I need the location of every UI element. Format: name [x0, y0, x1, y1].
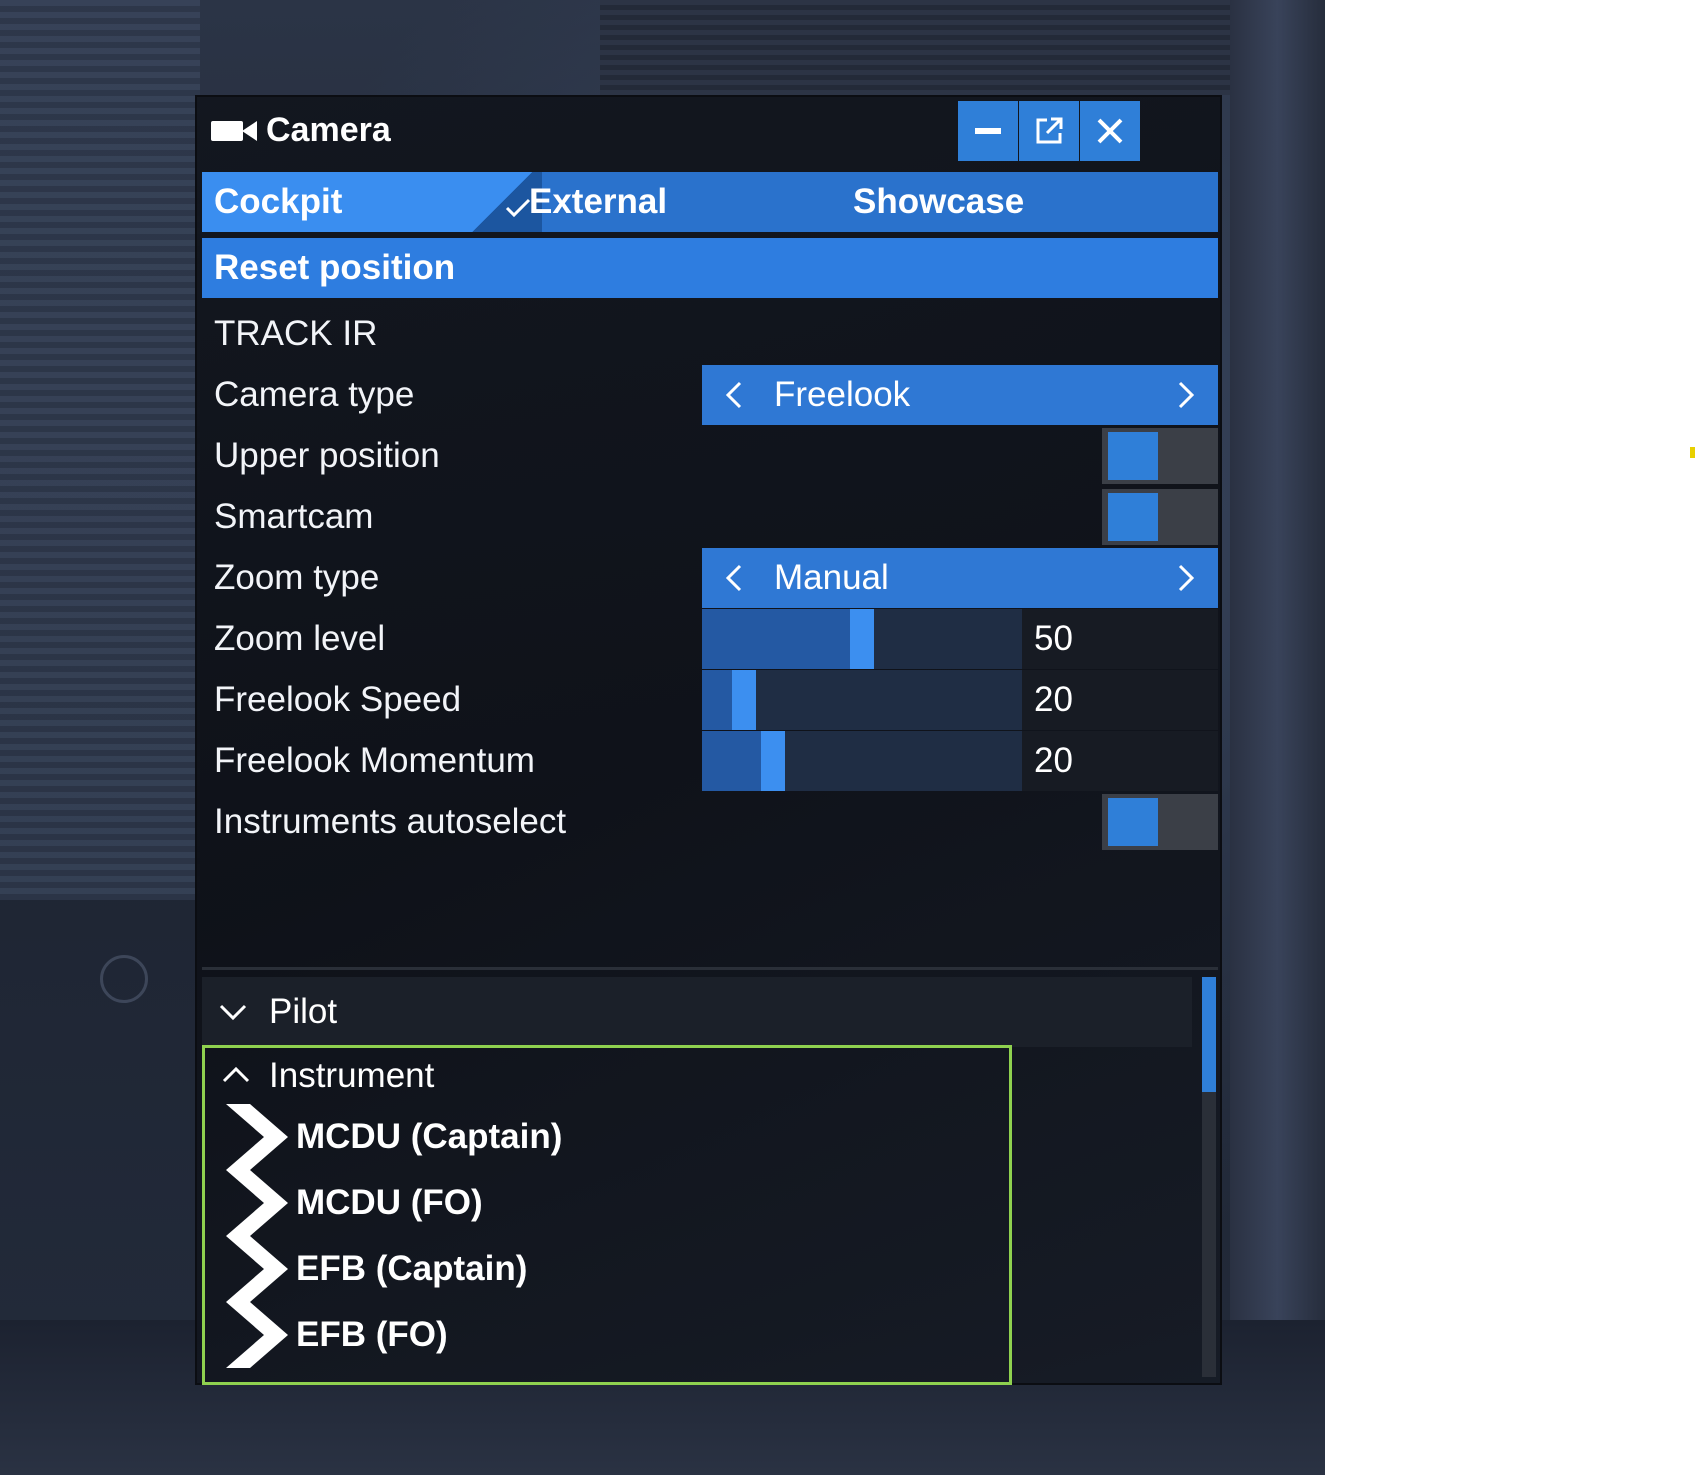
window-title: Camera	[266, 111, 391, 149]
close-button[interactable]	[1080, 101, 1140, 161]
instrument-item-label: EFB (Captain)	[296, 1249, 528, 1288]
freelook-momentum-number: 20	[1034, 741, 1073, 780]
slider-thumb[interactable]	[732, 670, 756, 730]
instrument-item-mcdu-fo[interactable]: MCDU (FO)	[220, 1170, 1000, 1236]
pilot-category[interactable]: Pilot	[202, 977, 1192, 1047]
toggle-knob	[1108, 798, 1158, 846]
freelook-speed-number: 20	[1034, 680, 1073, 719]
chevron-left-icon[interactable]	[720, 563, 750, 593]
slider-fill	[702, 609, 862, 669]
instrument-item-efb-captain[interactable]: EFB (Captain)	[220, 1236, 1000, 1302]
zoom-level-value: 50	[1022, 609, 1218, 669]
background-knob	[100, 955, 148, 1003]
minimize-icon	[975, 128, 1001, 134]
popout-icon	[1036, 117, 1063, 144]
camera-type-label: Camera type	[214, 375, 415, 414]
instrument-item-label: EFB (FO)	[296, 1315, 448, 1354]
smartcam-label: Smartcam	[214, 497, 374, 536]
background-panel-left	[0, 0, 200, 900]
freelook-momentum-label: Freelook Momentum	[214, 741, 535, 780]
chevron-right-icon[interactable]	[1170, 563, 1200, 593]
freelook-speed-slider[interactable]	[702, 670, 1022, 730]
smartcam-toggle[interactable]	[1102, 489, 1218, 545]
chevron-arrow-icon	[226, 1302, 288, 1368]
tab-showcase-label: Showcase	[853, 182, 1025, 221]
zoom-type-selector[interactable]: Manual	[702, 548, 1218, 608]
zoom-level-number: 50	[1034, 619, 1073, 658]
tab-external-label: External	[529, 182, 668, 221]
instrument-item-label: MCDU (FO)	[296, 1183, 483, 1222]
setting-track-ir[interactable]: TRACK IR	[202, 304, 1218, 364]
chevron-right-icon[interactable]	[1170, 380, 1200, 410]
setting-camera-type: Camera type Freelook	[202, 365, 1218, 425]
background-panel-top	[600, 0, 1240, 95]
chevron-left-icon[interactable]	[720, 380, 750, 410]
tab-showcase[interactable]: Showcase	[853, 172, 1024, 232]
zoom-level-slider[interactable]	[702, 609, 1022, 669]
close-icon	[1097, 118, 1123, 144]
upper-position-label: Upper position	[214, 436, 440, 475]
chevron-arrow-icon	[226, 1170, 288, 1236]
freelook-momentum-value: 20	[1022, 731, 1218, 791]
slider-thumb[interactable]	[761, 731, 785, 791]
instrument-label: Instrument	[269, 1056, 435, 1095]
camera-panel: Camera Cockpit External Showcase Reset p…	[195, 95, 1222, 1385]
instrument-item-efb-fo[interactable]: EFB (FO)	[220, 1302, 1000, 1368]
instrument-category: Instrument MCDU (Captain) MCDU (FO) EFB …	[202, 1045, 1012, 1385]
setting-instruments-autoselect: Instruments autoselect	[202, 792, 1218, 852]
camera-type-value: Freelook	[774, 375, 911, 414]
camera-mode-tabs: Cockpit External Showcase	[202, 172, 1218, 232]
chevron-arrow-icon	[226, 1236, 288, 1302]
setting-freelook-momentum: Freelook Momentum 20	[202, 731, 1218, 791]
camera-type-selector[interactable]: Freelook	[702, 365, 1218, 425]
freelook-speed-label: Freelook Speed	[214, 680, 462, 719]
setting-zoom-level: Zoom level 50	[202, 609, 1218, 669]
title-bar[interactable]: Camera	[197, 97, 1220, 165]
tab-cockpit-label: Cockpit	[214, 182, 343, 221]
setting-freelook-speed: Freelook Speed 20	[202, 670, 1218, 730]
tab-external[interactable]: External	[529, 172, 667, 232]
instrument-item-mcdu-captain[interactable]: MCDU (Captain)	[220, 1104, 1000, 1170]
track-ir-label: TRACK IR	[214, 314, 378, 353]
toggle-knob	[1108, 493, 1158, 541]
setting-upper-position: Upper position	[202, 426, 1218, 486]
instruments-autoselect-label: Instruments autoselect	[214, 802, 567, 841]
chevron-up-icon	[222, 1066, 250, 1083]
pilot-label: Pilot	[269, 992, 338, 1031]
setting-smartcam: Smartcam	[202, 487, 1218, 547]
freelook-momentum-slider[interactable]	[702, 731, 1022, 791]
zoom-type-value: Manual	[774, 558, 889, 597]
zoom-level-label: Zoom level	[214, 619, 386, 658]
chevron-down-icon	[219, 1004, 247, 1021]
setting-zoom-type: Zoom type Manual	[202, 548, 1218, 608]
checkmark-icon	[505, 198, 531, 218]
popout-button[interactable]	[1019, 101, 1079, 161]
upper-position-toggle[interactable]	[1102, 428, 1218, 484]
edge-marker	[1690, 447, 1695, 458]
toggle-knob	[1108, 432, 1158, 480]
instrument-item-label: MCDU (Captain)	[296, 1117, 563, 1156]
video-camera-icon	[211, 121, 257, 141]
section-divider	[202, 967, 1218, 970]
minimize-button[interactable]	[958, 101, 1018, 161]
reset-position-button[interactable]: Reset position	[202, 238, 1218, 298]
views-scrollbar[interactable]	[1202, 977, 1216, 1377]
zoom-type-label: Zoom type	[214, 558, 380, 597]
freelook-speed-value: 20	[1022, 670, 1218, 730]
slider-thumb[interactable]	[850, 609, 874, 669]
reset-position-label: Reset position	[214, 248, 456, 287]
instrument-header[interactable]: Instrument	[205, 1048, 1205, 1104]
background-pillar	[1230, 0, 1325, 1475]
chevron-arrow-icon	[226, 1104, 288, 1170]
instruments-autoselect-toggle[interactable]	[1102, 794, 1218, 850]
